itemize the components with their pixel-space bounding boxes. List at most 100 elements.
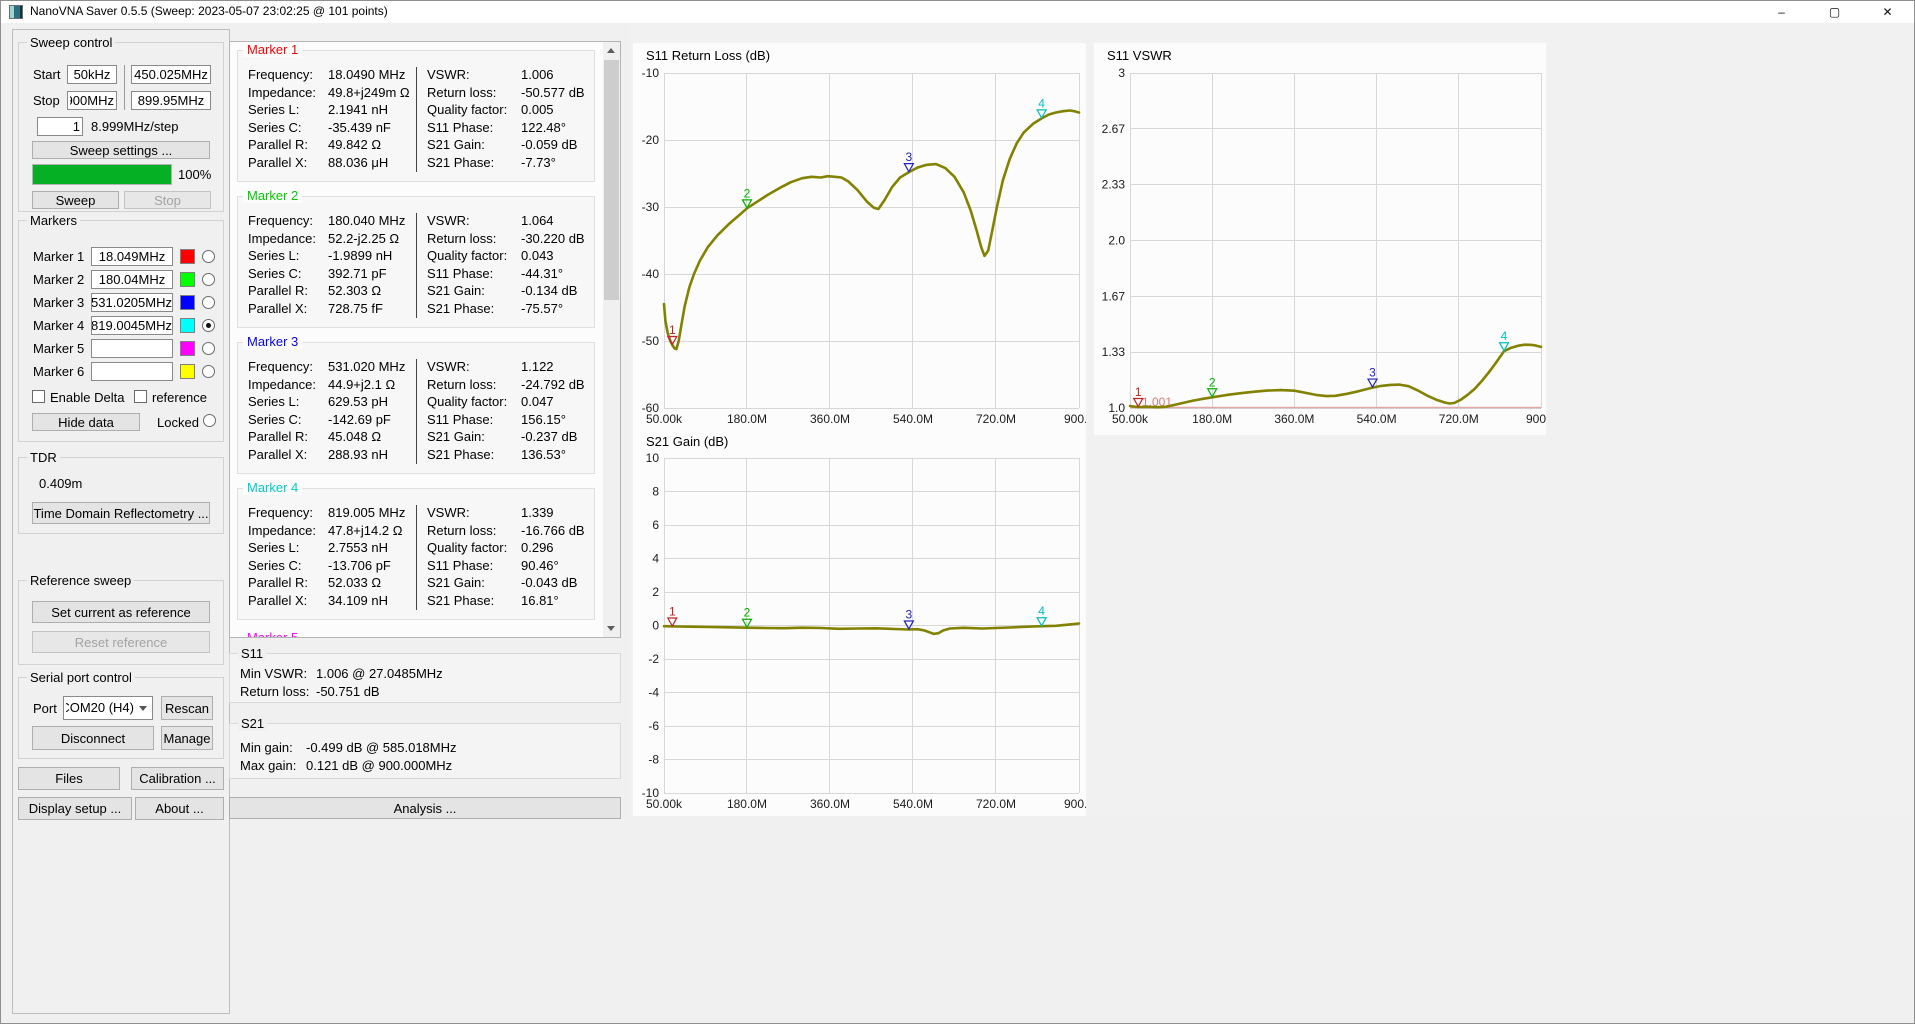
tdr-button[interactable]: Time Domain Reflectometry ... [32,502,210,524]
marker-select-radio[interactable] [202,342,215,355]
segments-input[interactable] [37,117,83,136]
chart-canvas[interactable]: 32.672.332.01.671.331.050.00k180.0M360.0… [1094,43,1546,435]
detail-label: Series C: [248,120,328,138]
detail-row: Series C:-13.706 pF [248,558,416,576]
detail-row: Series L:2.1941 nH [248,102,416,120]
detail-label: Parallel R: [248,283,328,301]
disconnect-button[interactable]: Disconnect [32,726,154,750]
marker-select-radio[interactable] [202,319,215,332]
svg-text:3: 3 [906,150,913,164]
marker-color-swatch[interactable] [180,249,195,264]
svg-text:50.00k: 50.00k [646,797,683,811]
marker-select-radio[interactable] [202,365,215,378]
display-setup-button[interactable]: Display setup ... [18,797,132,820]
detail-value: -7.73° [521,155,556,173]
marker-frequency-input[interactable] [91,270,173,289]
hide-data-button[interactable]: Hide data [32,413,140,431]
detail-row: Parallel R:45.048 Ω [248,429,416,447]
detail-value: 180.040 MHz [328,213,405,231]
detail-value: 0.005 [521,102,554,120]
detail-label: Impedance: [248,377,328,395]
detail-value: 0.047 [521,394,554,412]
stop-button[interactable]: Stop [124,191,211,209]
minimize-icon: – [1778,5,1785,19]
analysis-label: Analysis ... [394,801,457,816]
files-button[interactable]: Files [18,767,120,790]
sweep-stop-input[interactable] [67,91,117,110]
stop-label: Stop [33,93,60,108]
sweep-span-input[interactable] [131,91,211,110]
detail-label: S11 Phase: [427,120,521,138]
detail-value: 49.8+j249m Ω [328,85,410,103]
detail-label: Impedance: [248,523,328,541]
tdr-distance-value: 0.409m [39,476,82,491]
minimize-button[interactable]: – [1755,1,1808,23]
detail-row: VSWR:1.006 [427,67,588,85]
marker-frequency-input[interactable] [91,293,173,312]
detail-label: S21 Phase: [427,593,521,611]
svg-text:900.0: 900.0 [1526,412,1546,426]
tdr-title: TDR [27,450,60,465]
s11-return-loss-chart[interactable]: S11 Return Loss (dB)-10-20-30-40-50-6050… [633,43,1086,435]
sweep-settings-button[interactable]: Sweep settings ... [32,141,210,159]
s21-gain-chart[interactable]: S21 Gain (dB)1086420-2-4-6-8-1050.00k180… [633,429,1086,816]
sweep-center-input[interactable] [131,65,211,84]
serial-port-group: Serial port control Port COM20 (H4) Resc… [18,677,224,759]
scroll-down-button[interactable] [603,620,620,637]
rescan-button[interactable]: Rescan [161,696,213,720]
svg-text:720.0M: 720.0M [1439,412,1479,426]
app-icon [9,5,23,19]
marker-color-swatch[interactable] [180,364,195,379]
s11-summary-title: S11 [238,646,266,661]
about-button[interactable]: About ... [135,797,224,820]
close-button[interactable]: ✕ [1861,1,1914,23]
port-combobox[interactable]: COM20 (H4) [63,696,153,720]
marker-select-radio[interactable] [202,273,215,286]
manage-button[interactable]: Manage [161,726,213,750]
detail-row: S21 Gain:-0.134 dB [427,283,588,301]
detail-row: Series C:-142.69 pF [248,412,416,430]
locked-radio[interactable] [203,414,216,427]
marker-color-swatch[interactable] [180,318,195,333]
scrollbar-thumb[interactable] [604,60,619,300]
marker-select-radio[interactable] [202,250,215,263]
s21-summary-title: S21 [238,716,267,731]
marker-select-radio[interactable] [202,296,215,309]
chart-canvas[interactable]: 1086420-2-4-6-8-1050.00k180.0M360.0M540.… [633,429,1086,816]
analysis-button[interactable]: Analysis ... [229,797,621,819]
detail-value: 16.81° [521,593,559,611]
marker-frequency-input[interactable] [91,316,173,335]
marker-detail-block: Marker 3Frequency:531.020 MHzImpedance:4… [237,342,595,474]
detail-label: Return loss: [427,377,521,395]
chart-canvas[interactable]: -10-20-30-40-50-6050.00k180.0M360.0M540.… [633,43,1086,435]
marker-frequency-input[interactable] [91,339,173,358]
marker-detail-right-column: VSWR:1.339Return loss:-16.766 dBQuality … [416,505,588,610]
marker-color-swatch[interactable] [180,341,195,356]
scrollbar[interactable] [603,42,620,637]
maximize-button[interactable]: ▢ [1808,1,1861,23]
sweep-button[interactable]: Sweep [32,191,119,209]
detail-label: Parallel R: [248,429,328,447]
detail-row: Quality factor:0.043 [427,248,588,266]
marker-frequency-input[interactable] [91,247,173,266]
s21-min-gain-label: Min gain: [240,740,306,755]
scroll-up-button[interactable] [603,42,620,59]
detail-label: Frequency: [248,359,328,377]
reference-checkbox[interactable] [134,390,147,403]
calibration-button[interactable]: Calibration ... [131,767,224,790]
control-sidebar: Sweep control Start Stop 8.999MHz/step S… [12,29,230,1014]
enable-delta-label: Enable Delta [50,390,132,405]
detail-row: Quality factor:0.005 [427,102,588,120]
reference-sweep-title: Reference sweep [27,573,134,588]
s11-vswr-chart[interactable]: S11 VSWR32.672.332.01.671.331.050.00k180… [1094,43,1546,435]
detail-label: S21 Gain: [427,283,521,301]
sweep-start-input[interactable] [67,65,117,84]
marker-frequency-input[interactable] [91,362,173,381]
reset-reference-button[interactable]: Reset reference [32,631,210,653]
marker-color-swatch[interactable] [180,272,195,287]
marker-color-swatch[interactable] [180,295,195,310]
app-window: NanoVNA Saver 0.5.5 (Sweep: 2023-05-07 2… [0,0,1915,1024]
svg-text:4: 4 [1501,329,1508,343]
set-reference-button[interactable]: Set current as reference [32,601,210,623]
enable-delta-checkbox[interactable] [32,390,45,403]
